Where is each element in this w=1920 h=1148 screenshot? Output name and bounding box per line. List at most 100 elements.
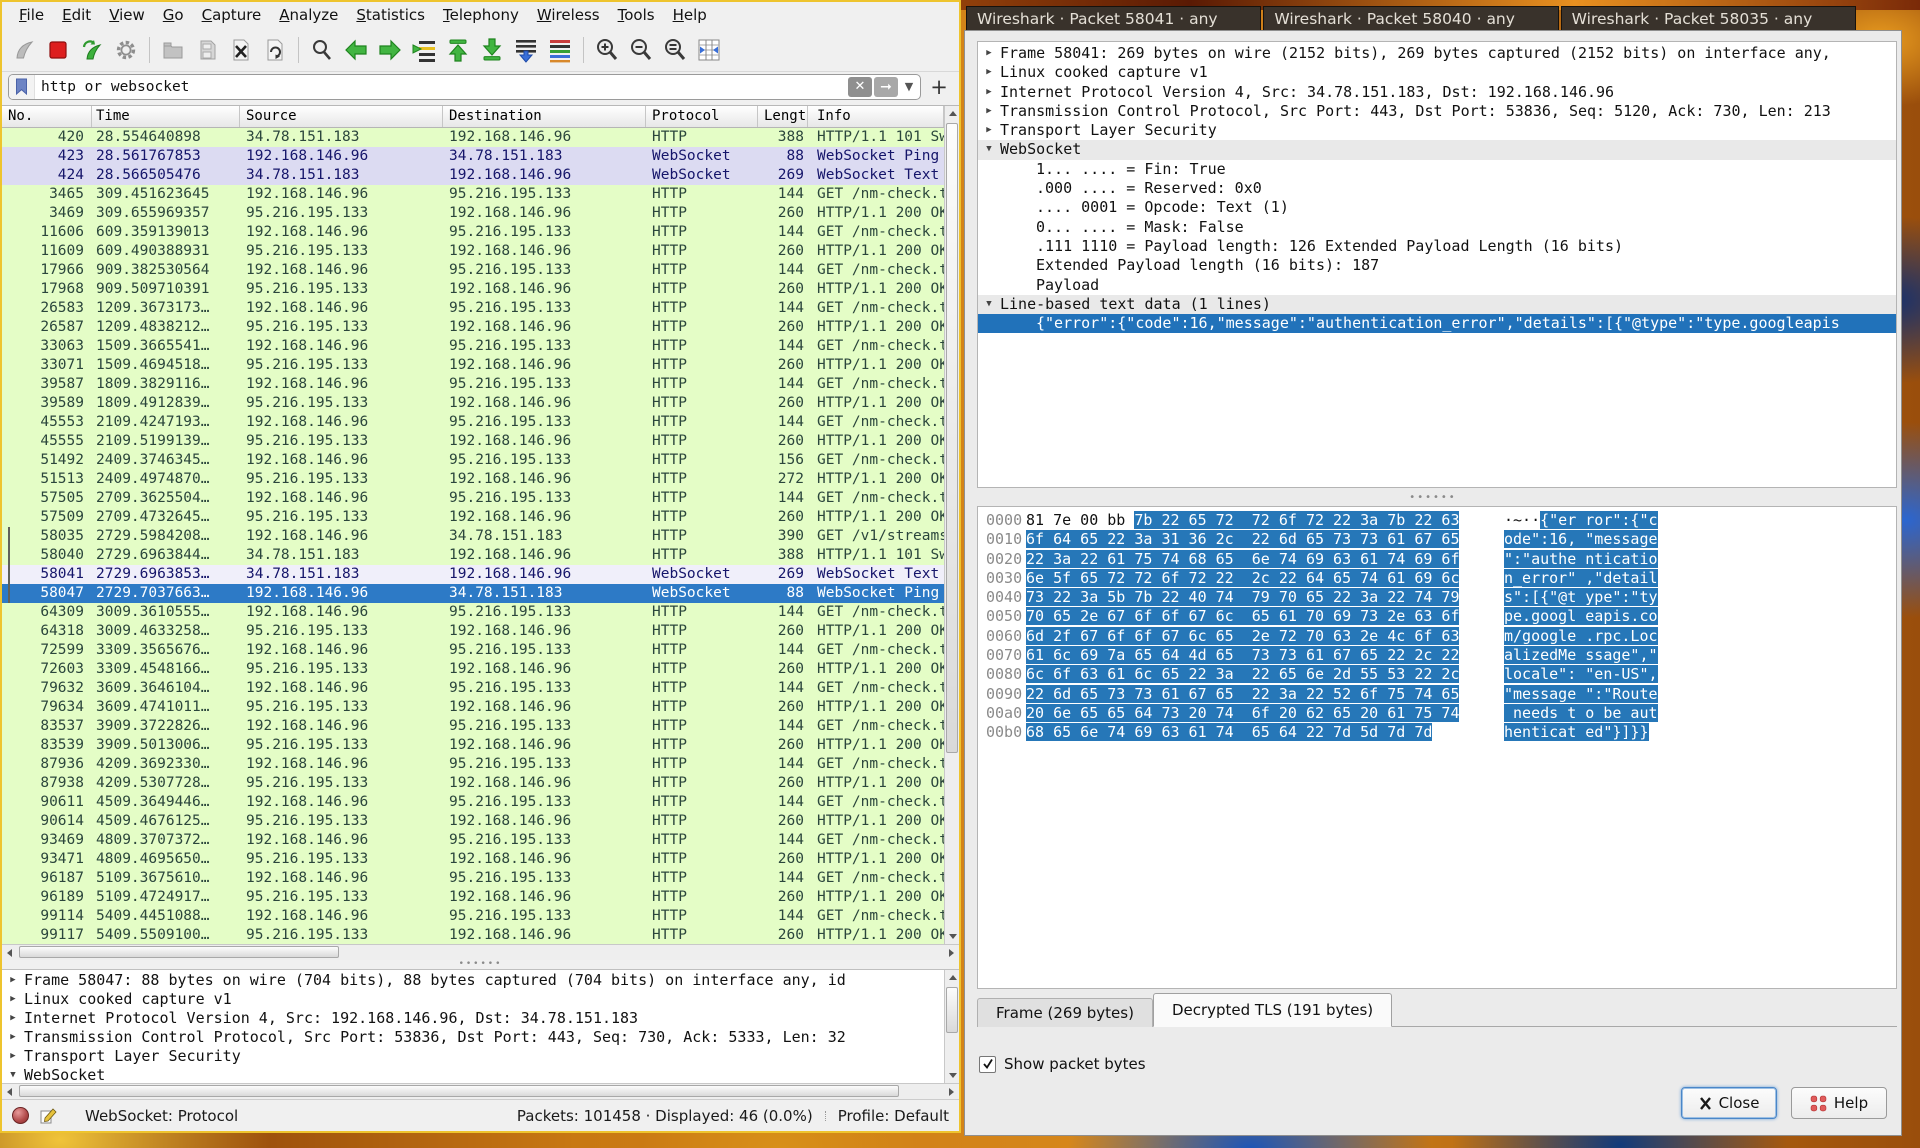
find-packet-icon[interactable]	[306, 34, 338, 66]
packet-row[interactable]: 17966909.382530564192.168.146.9695.216.1…	[2, 261, 944, 280]
column-header-time[interactable]: Time	[92, 106, 240, 127]
packet-row[interactable]: 906144509.4676125…95.216.195.133192.168.…	[2, 812, 944, 831]
capture-options-icon[interactable]	[110, 34, 142, 66]
menu-edit[interactable]: Edit	[53, 4, 100, 26]
collapse-arrow-icon[interactable]: ▼	[2, 1066, 24, 1083]
open-file-icon[interactable]	[157, 34, 189, 66]
packet-row[interactable]: 265831209.3673173…192.168.146.9695.216.1…	[2, 299, 944, 318]
colorize-packets-icon[interactable]	[544, 34, 576, 66]
packet-row[interactable]: 330711509.4694518…95.216.195.133192.168.…	[2, 356, 944, 375]
close-file-icon[interactable]	[225, 34, 257, 66]
packet-row[interactable]: 3469309.65596935795.216.195.133192.168.1…	[2, 204, 944, 223]
packet-row[interactable]: 726033309.4548166…95.216.195.133192.168.…	[2, 660, 944, 679]
hex-row[interactable]: 00b068 65 6e 74 69 63 61 74 65 64 22 7d …	[978, 723, 1896, 742]
tree-item[interactable]: Payload	[978, 276, 1896, 295]
packet-row[interactable]: 575092709.4732645…95.216.195.133192.168.…	[2, 508, 944, 527]
packet-row[interactable]: 11609609.49038893195.216.195.133192.168.…	[2, 242, 944, 261]
scroll-left-icon[interactable]	[2, 1084, 17, 1099]
packet-row[interactable]: 42028.55464089834.78.151.183192.168.146.…	[2, 128, 944, 147]
auto-scroll-icon[interactable]	[510, 34, 542, 66]
menu-telephony[interactable]: Telephony	[434, 4, 528, 26]
save-file-icon[interactable]	[191, 34, 223, 66]
scroll-down-icon[interactable]	[945, 929, 960, 944]
packet-row[interactable]: 934694809.3707372…192.168.146.9695.216.1…	[2, 831, 944, 850]
go-first-packet-icon[interactable]	[442, 34, 474, 66]
hex-row[interactable]: 000081 7e 00 bb 7b 22 65 72 72 6f 72 22 …	[978, 511, 1896, 530]
go-to-packet-icon[interactable]	[408, 34, 440, 66]
hex-row[interactable]: 004073 22 3a 5b 7b 22 40 74 79 70 65 22 …	[978, 588, 1896, 607]
packet-list-vscrollbar[interactable]	[944, 106, 959, 944]
window-titlebar-0[interactable]: Wireshark · Packet 58041 · any	[966, 6, 1261, 31]
packet-row[interactable]: 879364209.3692330…192.168.146.9695.216.1…	[2, 755, 944, 774]
detail-vscrollbar[interactable]	[944, 970, 959, 1083]
restart-capture-icon[interactable]	[76, 34, 108, 66]
pane-splitter[interactable]: ••••••	[2, 960, 959, 969]
filter-add-button[interactable]: +	[925, 74, 953, 100]
display-filter-field[interactable]: ✕ ➞ ▼	[8, 74, 921, 100]
tree-item[interactable]: 0... .... = Mask: False	[978, 218, 1896, 237]
expand-arrow-icon[interactable]: ▶	[2, 1009, 24, 1028]
resize-columns-icon[interactable]	[693, 34, 725, 66]
zoom-out-icon[interactable]	[625, 34, 657, 66]
menu-wireless[interactable]: Wireless	[528, 4, 609, 26]
dialog-splitter[interactable]: ••••••	[965, 488, 1901, 506]
reload-file-icon[interactable]	[259, 34, 291, 66]
packet-row[interactable]: 395891809.4912839…95.216.195.133192.168.…	[2, 394, 944, 413]
packet-row[interactable]: 961895109.4724917…95.216.195.133192.168.…	[2, 888, 944, 907]
scroll-left-icon[interactable]	[2, 945, 17, 960]
expand-arrow-icon[interactable]: ▶	[978, 121, 1000, 140]
packet-row[interactable]: 580412729.6963853…34.78.151.183192.168.1…	[2, 565, 944, 584]
packet-row[interactable]: 455552109.5199139…95.216.195.133192.168.…	[2, 432, 944, 451]
packet-row[interactable]: 643183009.4633258…95.216.195.133192.168.…	[2, 622, 944, 641]
tree-item[interactable]: Extended Payload length (16 bits): 187	[978, 256, 1896, 275]
collapse-arrow-icon[interactable]: ▼	[978, 295, 1000, 314]
go-back-icon[interactable]	[340, 34, 372, 66]
packet-row[interactable]: 835393909.5013006…95.216.195.133192.168.…	[2, 736, 944, 755]
packet-row[interactable]: 879384209.5307728…95.216.195.133192.168.…	[2, 774, 944, 793]
window-titlebar-1[interactable]: Wireshark · Packet 58040 · any	[1263, 6, 1558, 31]
tree-item[interactable]: ▶Internet Protocol Version 4, Src: 34.78…	[978, 83, 1896, 102]
menu-tools[interactable]: Tools	[609, 4, 664, 26]
expand-arrow-icon[interactable]: ▶	[978, 63, 1000, 82]
stop-capture-icon[interactable]	[42, 34, 74, 66]
packet-row[interactable]: 515132409.4974870…95.216.195.133192.168.…	[2, 470, 944, 489]
hex-row[interactable]: 007061 6c 69 7a 65 64 4d 65 73 73 61 67 …	[978, 646, 1896, 665]
packet-row[interactable]: 514922409.3746345…192.168.146.9695.216.1…	[2, 451, 944, 470]
packet-row[interactable]: 11606609.359139013192.168.146.9695.216.1…	[2, 223, 944, 242]
hex-row[interactable]: 002022 3a 22 61 75 74 68 65 6e 74 69 63 …	[978, 550, 1896, 569]
packet-row[interactable]: 796343609.4741011…95.216.195.133192.168.…	[2, 698, 944, 717]
capture-comment-icon[interactable]	[39, 1107, 57, 1125]
packet-row[interactable]: 835373909.3722826…192.168.146.9695.216.1…	[2, 717, 944, 736]
scroll-right-icon[interactable]	[944, 945, 959, 960]
packet-row[interactable]: 42428.56650547634.78.151.183192.168.146.…	[2, 166, 944, 185]
close-button[interactable]: Close	[1681, 1087, 1777, 1119]
packet-row[interactable]: 580472729.7037663…192.168.146.9634.78.15…	[2, 584, 944, 603]
packet-row[interactable]: 725993309.3565676…192.168.146.9695.216.1…	[2, 641, 944, 660]
packet-row[interactable]: 580352729.5984208…192.168.146.9634.78.15…	[2, 527, 944, 546]
packet-row[interactable]: 643093009.3610555…192.168.146.9695.216.1…	[2, 603, 944, 622]
tree-item[interactable]: ▶Linux cooked capture v1	[2, 990, 944, 1009]
tree-item[interactable]: .000 .... = Reserved: 0x0	[978, 179, 1896, 198]
expert-info-icon[interactable]	[12, 1107, 29, 1124]
packet-row[interactable]: 395871809.3829116…192.168.146.9695.216.1…	[2, 375, 944, 394]
tree-item[interactable]: ▶Linux cooked capture v1	[978, 63, 1896, 82]
expand-arrow-icon[interactable]: ▶	[2, 1047, 24, 1066]
collapse-arrow-icon[interactable]: ▼	[978, 140, 1000, 159]
tree-item[interactable]: {"error":{"code":16,"message":"authentic…	[978, 314, 1896, 333]
expand-arrow-icon[interactable]: ▶	[2, 990, 24, 1009]
go-forward-icon[interactable]	[374, 34, 406, 66]
status-profile[interactable]: Profile: Default	[838, 1107, 949, 1125]
filter-dropdown-icon[interactable]: ▼	[900, 77, 918, 97]
help-button[interactable]: Help	[1791, 1087, 1887, 1119]
scroll-up-icon[interactable]	[945, 970, 960, 985]
hex-row[interactable]: 00606d 2f 67 6f 6f 67 6c 65 2e 72 70 63 …	[978, 627, 1896, 646]
start-capture-icon[interactable]	[8, 34, 40, 66]
column-header-no[interactable]: No.	[2, 106, 92, 127]
packet-row[interactable]: 991175409.5509100…95.216.195.133192.168.…	[2, 926, 944, 944]
tree-item[interactable]: ▶Transport Layer Security	[978, 121, 1896, 140]
tab-decrypted[interactable]: Decrypted TLS (191 bytes)	[1153, 993, 1392, 1027]
filter-apply-icon[interactable]: ➞	[874, 77, 898, 97]
column-header-protocol[interactable]: Protocol	[646, 106, 758, 127]
tree-item[interactable]: 1... .... = Fin: True	[978, 160, 1896, 179]
packet-row[interactable]: 455532109.4247193…192.168.146.9695.216.1…	[2, 413, 944, 432]
